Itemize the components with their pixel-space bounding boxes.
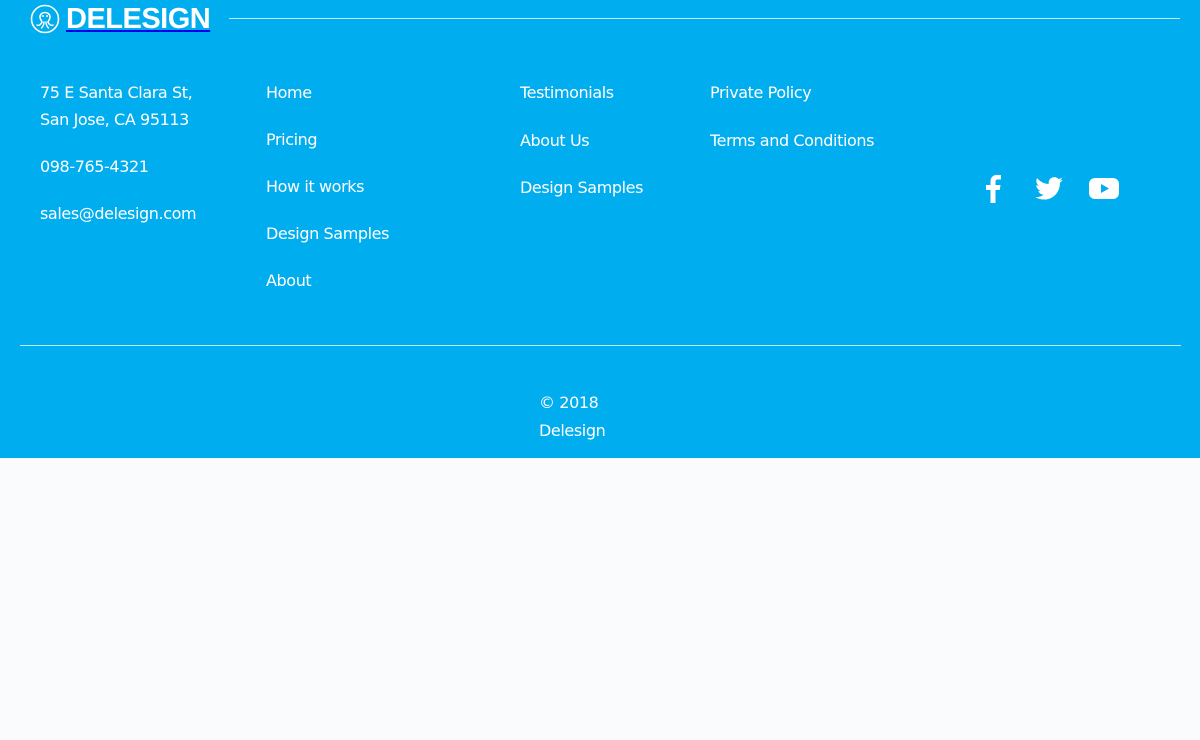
youtube-icon xyxy=(1089,177,1119,199)
top-divider xyxy=(229,18,1180,19)
email-address: sales@delesign.com xyxy=(40,204,197,223)
footer-link-testimonials[interactable]: Testimonials xyxy=(520,83,614,103)
footer-link-pricing[interactable]: Pricing xyxy=(266,130,318,150)
footer-link-terms-and-conditions[interactable]: Terms and Conditions xyxy=(710,131,874,151)
footer-link-design-samples-2[interactable]: Design Samples xyxy=(520,178,643,198)
copyright: © 2018 Delesign xyxy=(539,389,606,445)
footer-link-about-us[interactable]: About Us xyxy=(520,131,590,151)
social-links xyxy=(980,173,1120,203)
footer-link-home[interactable]: Home xyxy=(266,83,312,103)
address-line-2: San Jose, CA 95113 xyxy=(40,110,189,129)
brand-logo-link[interactable]: DELESIGN xyxy=(30,3,211,35)
copyright-year: © 2018 xyxy=(539,393,599,412)
footer-link-about[interactable]: About xyxy=(266,271,312,291)
address-line-1: 75 E Santa Clara St, xyxy=(40,83,193,102)
phone-number: 098-765-4321 xyxy=(40,157,149,176)
brand-name: DELESIGN xyxy=(66,3,211,35)
octopus-logo-icon xyxy=(30,4,60,34)
facebook-icon xyxy=(986,174,1001,203)
footer-link-private-policy[interactable]: Private Policy xyxy=(710,83,812,103)
footer-link-design-samples[interactable]: Design Samples xyxy=(266,224,389,244)
twitter-icon xyxy=(1035,176,1063,200)
facebook-link[interactable] xyxy=(980,173,1006,203)
twitter-link[interactable] xyxy=(1034,173,1064,203)
bottom-divider xyxy=(20,345,1181,346)
copyright-company: Delesign xyxy=(539,421,606,440)
site-footer: DELESIGN 75 E Santa Clara St, San Jose, … xyxy=(0,0,1200,458)
footer-link-how-it-works[interactable]: How it works xyxy=(266,177,364,197)
youtube-link[interactable] xyxy=(1088,173,1120,203)
